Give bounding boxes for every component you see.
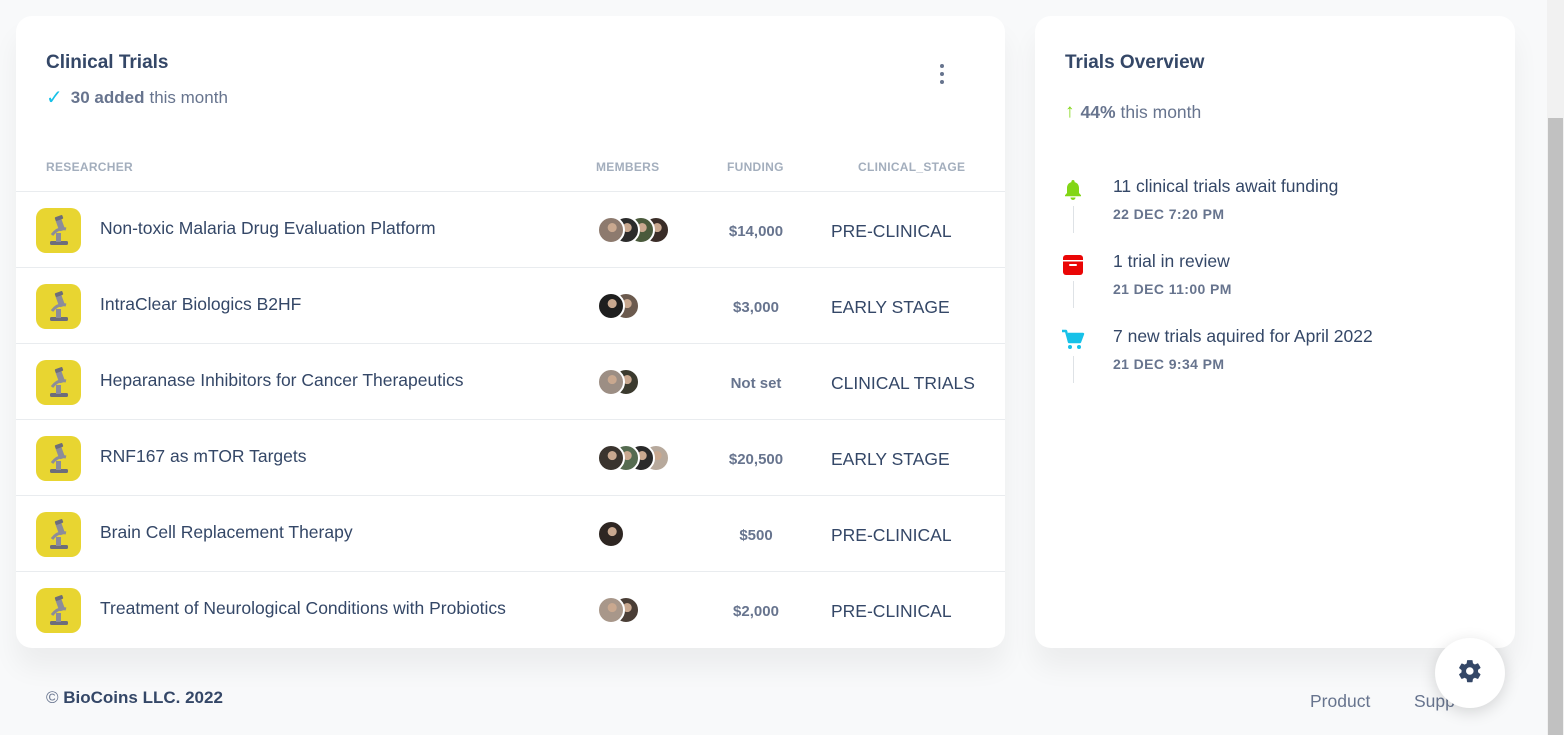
column-clinical-stage: CLINICAL_STAGE xyxy=(858,160,966,174)
microscope-icon xyxy=(36,284,81,329)
growth-suffix: this month xyxy=(1120,101,1202,122)
timeline-text: 7 new trials aquired for April 2022 xyxy=(1113,326,1373,346)
clinical-stage: PRE-CLINICAL xyxy=(831,601,952,621)
trial-funding: $500 xyxy=(739,527,773,544)
avatar[interactable] xyxy=(597,216,625,244)
trial-name[interactable]: IntraClear Biologics B2HF xyxy=(100,294,301,315)
timeline-connector xyxy=(1073,206,1074,233)
clinical-stage: EARLY STAGE xyxy=(831,449,950,469)
trial-name[interactable]: Treatment of Neurological Conditions wit… xyxy=(100,598,506,619)
settings-button[interactable] xyxy=(1435,638,1505,708)
trial-funding: $14,000 xyxy=(728,223,784,240)
arrow-up-icon: ↑ xyxy=(1065,101,1075,122)
timeline-text: 1 trial in review xyxy=(1113,251,1230,271)
overview-growth: ↑ 44% this month xyxy=(1065,101,1201,123)
members-group xyxy=(597,444,670,472)
table-row[interactable]: IntraClear Biologics B2HF $3,000 EARLY S… xyxy=(16,268,1005,344)
microscope-icon xyxy=(36,360,81,405)
table-row[interactable]: Treatment of Neurological Conditions wit… xyxy=(16,572,1005,648)
growth-percent: 44% xyxy=(1080,101,1116,122)
microscope-icon xyxy=(36,588,81,633)
table-row[interactable]: Heparanase Inhibitors for Cancer Therape… xyxy=(16,344,1005,420)
clinical-stage: PRE-CLINICAL xyxy=(831,221,952,241)
trials-added-summary: ✓ 30 added this month xyxy=(46,88,228,108)
trials-overview-title: Trials Overview xyxy=(1065,52,1205,73)
clinical-trials-title: Clinical Trials xyxy=(46,52,169,73)
scrollbar-thumb[interactable] xyxy=(1548,118,1563,735)
timeline-text: 11 clinical trials await funding xyxy=(1113,176,1339,196)
table-header: RESEARCHER MEMBERS FUNDING CLINICAL_STAG… xyxy=(16,156,1005,192)
bell-icon xyxy=(1059,176,1087,204)
timeline-connector xyxy=(1073,356,1074,383)
footer-copyright: © BioCoins LLC. 2022 xyxy=(46,688,223,708)
avatar[interactable] xyxy=(597,444,625,472)
members-group xyxy=(597,292,640,320)
added-suffix: this month xyxy=(149,88,228,107)
column-members: MEMBERS xyxy=(596,160,660,174)
gear-icon xyxy=(1457,658,1483,689)
avatar[interactable] xyxy=(597,368,625,396)
table-row[interactable]: Non-toxic Malaria Drug Evaluation Platfo… xyxy=(16,192,1005,268)
column-funding: FUNDING xyxy=(727,160,784,174)
trial-name[interactable]: RNF167 as mTOR Targets xyxy=(100,446,307,467)
cart-icon xyxy=(1059,326,1087,354)
trial-funding: $20,500 xyxy=(728,451,784,468)
clinical-trials-card: Clinical Trials ✓ 30 added this month RE… xyxy=(16,16,1005,648)
copyright-symbol: © xyxy=(46,688,59,707)
trials-overview-card: Trials Overview ↑ 44% this month 11 clin… xyxy=(1035,16,1515,648)
timeline-connector xyxy=(1073,281,1074,308)
clinical-stage: EARLY STAGE xyxy=(831,297,950,317)
microscope-icon xyxy=(36,512,81,557)
timeline-item[interactable]: 11 clinical trials await funding 22 DEC … xyxy=(1059,176,1499,251)
timeline-item[interactable]: 1 trial in review 21 DEC 11:00 PM xyxy=(1059,251,1499,326)
added-count: 30 added xyxy=(70,88,145,107)
column-researcher: RESEARCHER xyxy=(46,160,134,174)
timeline-date: 21 DEC 9:34 PM xyxy=(1113,356,1225,372)
avatar[interactable] xyxy=(597,596,625,624)
trial-funding: Not set xyxy=(730,375,782,392)
vertical-scrollbar[interactable] xyxy=(1547,0,1564,735)
trial-funding: $2,000 xyxy=(733,603,779,620)
trial-funding: $3,000 xyxy=(733,299,779,316)
members-group xyxy=(597,596,640,624)
members-group xyxy=(597,520,625,548)
archive-icon xyxy=(1059,251,1087,279)
timeline-date: 22 DEC 7:20 PM xyxy=(1113,206,1225,222)
clinical-stage: PRE-CLINICAL xyxy=(831,525,952,545)
microscope-icon xyxy=(36,436,81,481)
table-row[interactable]: RNF167 as mTOR Targets $20,500 EARLY STA… xyxy=(16,420,1005,496)
check-icon: ✓ xyxy=(46,87,63,109)
table-row[interactable]: Brain Cell Replacement Therapy $500 PRE-… xyxy=(16,496,1005,572)
trial-name[interactable]: Brain Cell Replacement Therapy xyxy=(100,522,353,543)
timeline-date: 21 DEC 11:00 PM xyxy=(1113,281,1232,297)
avatar[interactable] xyxy=(597,520,625,548)
trial-name[interactable]: Non-toxic Malaria Drug Evaluation Platfo… xyxy=(100,218,436,239)
more-options-icon[interactable] xyxy=(934,64,950,84)
microscope-icon xyxy=(36,208,81,253)
footer-company: BioCoins LLC. 2022 xyxy=(63,688,223,707)
footer-link-product[interactable]: Product xyxy=(1310,691,1370,712)
members-group xyxy=(597,216,670,244)
clinical-stage: CLINICAL TRIALS xyxy=(831,373,975,393)
timeline-item[interactable]: 7 new trials aquired for April 2022 21 D… xyxy=(1059,326,1499,401)
trial-name[interactable]: Heparanase Inhibitors for Cancer Therape… xyxy=(100,370,463,391)
avatar[interactable] xyxy=(597,292,625,320)
members-group xyxy=(597,368,640,396)
